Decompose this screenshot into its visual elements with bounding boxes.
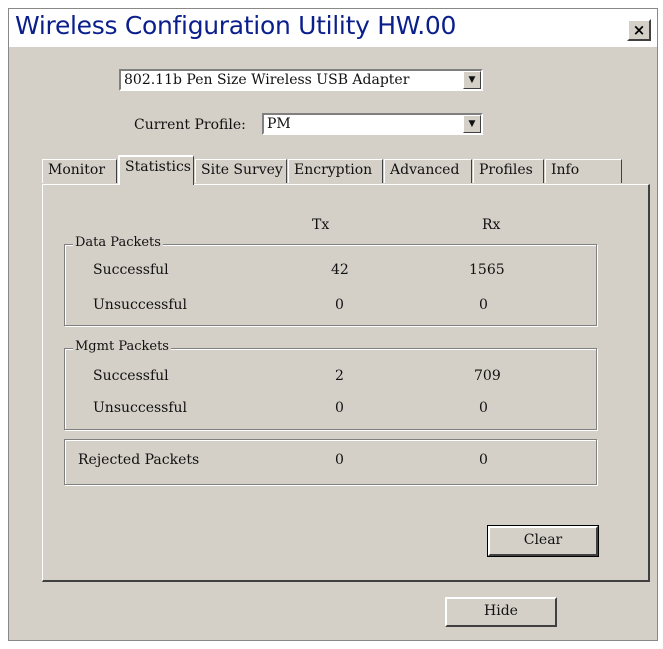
mgmt-successful-label: Successful [93,368,169,384]
data-successful-rx: 1565 [469,262,505,278]
data-packets-title: Data Packets [73,235,163,250]
mgmt-unsuccessful-rx: 0 [479,400,488,416]
title-bar: Wireless Configuration Utility HW.00 × [9,9,657,47]
rejected-rx: 0 [479,452,488,468]
hide-button[interactable]: Hide [445,597,557,627]
mgmt-packets-title: Mgmt Packets [73,339,171,354]
profile-select[interactable]: PM ▼ [262,113,483,135]
data-successful-tx: 42 [331,262,349,278]
tab-profiles[interactable]: Profiles [473,159,544,183]
mgmt-unsuccessful-tx: 0 [335,400,344,416]
data-unsuccessful-label: Unsuccessful [93,297,188,313]
tx-column-header: Tx [312,217,330,233]
mgmt-successful-rx: 709 [474,368,501,384]
mgmt-packets-group: Mgmt Packets Successful 2 709 Unsuccessf… [64,339,597,430]
window-title: Wireless Configuration Utility HW.00 [15,11,457,40]
mgmt-successful-tx: 2 [335,368,344,384]
rx-column-header: Rx [482,217,501,233]
data-unsuccessful-rx: 0 [479,297,488,313]
tab-encryption[interactable]: Encryption [288,159,383,183]
tab-statistics[interactable]: Statistics [118,155,194,185]
statistics-panel: Tx Rx Data Packets Successful 42 1565 Un… [42,184,650,582]
wireless-config-window: Wireless Configuration Utility HW.00 × 8… [8,8,658,641]
data-successful-label: Successful [93,262,169,278]
chevron-down-icon[interactable]: ▼ [463,71,481,89]
current-profile-label: Current Profile: [134,117,246,133]
rejected-tx: 0 [335,452,344,468]
tab-info[interactable]: Info [545,159,622,183]
close-button[interactable]: × [627,19,651,41]
profile-select-value: PM [267,116,291,132]
data-unsuccessful-tx: 0 [335,297,344,313]
chevron-down-icon[interactable]: ▼ [463,115,481,133]
rejected-packets-label: Rejected Packets [78,452,200,468]
tab-site-survey[interactable]: Site Survey [195,159,287,183]
clear-button[interactable]: Clear [487,525,599,557]
adapter-select-value: 802.11b Pen Size Wireless USB Adapter [124,72,410,88]
mgmt-unsuccessful-label: Unsuccessful [93,400,188,416]
tab-monitor[interactable]: Monitor [42,159,117,183]
tab-advanced[interactable]: Advanced [384,159,472,183]
adapter-select[interactable]: 802.11b Pen Size Wireless USB Adapter ▼ [119,69,483,91]
rejected-packets-group: Rejected Packets 0 0 [64,439,597,485]
data-packets-group: Data Packets Successful 42 1565 Unsucces… [64,235,597,326]
